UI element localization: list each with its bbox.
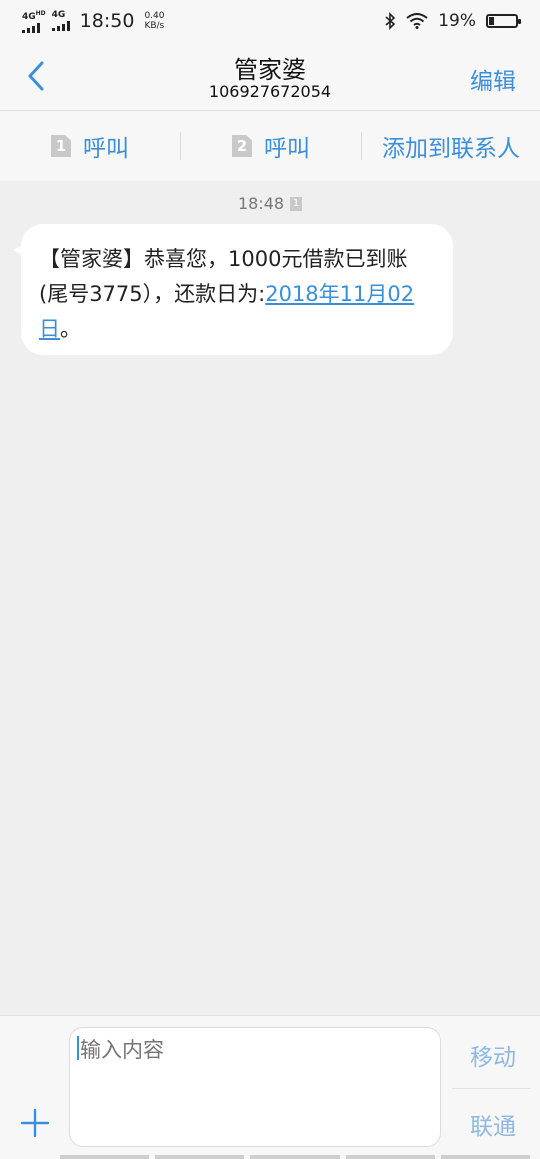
nav-indicator — [60, 1155, 531, 1159]
text-caret — [77, 1036, 79, 1060]
composer-bar: 移动 联通 — [0, 1015, 540, 1159]
call-sim1-label: 呼叫 — [83, 136, 129, 162]
conversation-header: 管家婆 106927672054 编辑 — [0, 42, 540, 111]
edit-button[interactable]: 编辑 — [470, 62, 516, 96]
message-bubble[interactable]: 【管家婆】恭喜您，1000元借款已到账(尾号3775），还款日为:2018年11… — [13, 224, 453, 355]
bluetooth-icon — [385, 12, 396, 30]
call-sim2-button[interactable]: 2 呼叫 — [181, 111, 361, 181]
message-input[interactable] — [69, 1027, 441, 1147]
status-time: 18:50 — [79, 10, 135, 32]
status-bar: 4GHD 4G 18:50 0.40 KB/s 19% — [0, 0, 540, 42]
add-contact-button[interactable]: 添加到联系人 — [362, 111, 540, 181]
network-speed: 0.40 KB/s — [144, 11, 165, 31]
battery-icon — [486, 14, 521, 28]
sim1-icon: 1 — [51, 135, 71, 157]
contact-name: 管家婆 — [234, 56, 306, 84]
contact-number: 106927672054 — [208, 82, 332, 101]
battery-percent: 19% — [438, 11, 476, 31]
divider — [452, 1088, 531, 1089]
sim2-icon: 2 — [232, 135, 252, 157]
call-sim1-button[interactable]: 1 呼叫 — [0, 111, 180, 181]
action-row: 1 呼叫 2 呼叫 添加到联系人 — [0, 111, 540, 181]
call-sim2-label: 呼叫 — [264, 136, 310, 162]
signal-icon-sim2: 4G — [51, 11, 70, 31]
wifi-icon — [406, 13, 428, 29]
message-end: 。 — [60, 317, 81, 341]
sim-badge-icon: 1 — [290, 196, 303, 211]
send-via-carrier1-button[interactable]: 移动 — [470, 1038, 516, 1072]
plus-icon[interactable] — [20, 1108, 50, 1138]
message-timestamp: 18:48 1 — [0, 194, 540, 213]
signal-icon: 4GHD — [22, 9, 46, 33]
send-via-carrier2-button[interactable]: 联通 — [470, 1107, 516, 1141]
